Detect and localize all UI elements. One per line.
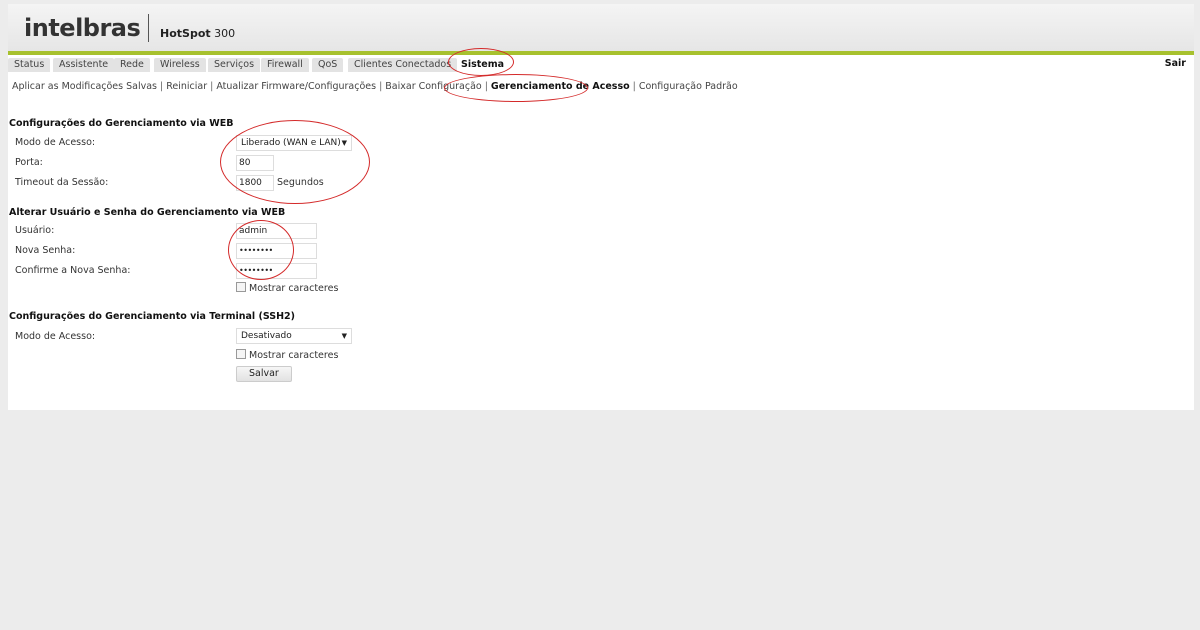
ssh-show-chars-label: Mostrar caracteres xyxy=(249,350,339,361)
annotation-circle-web-settings xyxy=(220,120,370,204)
ssh-access-mode-value: Desativado xyxy=(241,331,292,341)
web-access-mode-label: Modo de Acesso: xyxy=(15,137,96,148)
save-button[interactable]: Salvar xyxy=(236,366,292,382)
product-title: HotSpot 300 xyxy=(160,27,235,40)
nav-status[interactable]: Status xyxy=(8,58,51,72)
subnav-configuracao-padrao[interactable]: Configuração Padrão xyxy=(639,81,738,92)
show-chars-checkbox[interactable] xyxy=(236,282,246,292)
ssh-access-mode-select[interactable]: Desativado ▼ xyxy=(236,328,352,344)
nav-wireless[interactable]: Wireless xyxy=(154,58,206,72)
content-panel: Aplicar as Modificações Salvas | Reiniciar… xyxy=(8,73,1194,410)
logo-divider xyxy=(148,14,149,42)
product-model: 300 xyxy=(214,27,236,40)
subnav-reiniciar[interactable]: Reiniciar xyxy=(166,81,207,92)
port-label: Porta: xyxy=(15,157,43,168)
user-mgmt-title: Alterar Usuário e Senha do Gerenciamento… xyxy=(9,207,286,218)
nav-servicos[interactable]: Serviços xyxy=(208,58,261,72)
logout-link[interactable]: Sair xyxy=(1165,58,1186,69)
dropdown-arrow-icon: ▼ xyxy=(341,332,347,340)
nav-rede[interactable]: Rede xyxy=(114,58,150,72)
header: intelbras HotSpot 300 xyxy=(8,4,1194,51)
nav-clientes-conectados[interactable]: Clientes Conectados xyxy=(348,58,458,72)
ssh-show-chars-checkbox[interactable] xyxy=(236,349,246,359)
main-nav: Status Assistente Rede Wireless Serviços… xyxy=(8,55,1194,73)
sub-nav: Aplicar as Modificações Salvas | Reiniciar… xyxy=(12,81,738,92)
ssh-access-mode-label: Modo de Acesso: xyxy=(15,331,96,342)
subnav-atualizar-firmware[interactable]: Atualizar Firmware/Configurações xyxy=(216,81,376,92)
annotation-circle-gerenciamento xyxy=(444,74,588,102)
web-mgmt-title: Configurações do Gerenciamento via WEB xyxy=(9,118,234,129)
annotation-circle-passwords xyxy=(228,220,294,280)
annotation-circle-sistema xyxy=(448,48,514,76)
new-password-label: Nova Senha: xyxy=(15,245,76,256)
user-label: Usuário: xyxy=(15,225,55,236)
ssh-mgmt-title: Configurações do Gerenciamento via Termi… xyxy=(9,311,295,322)
subnav-aplicar[interactable]: Aplicar as Modificações Salvas xyxy=(12,81,157,92)
nav-firewall[interactable]: Firewall xyxy=(261,58,309,72)
timeout-label: Timeout da Sessão: xyxy=(15,177,109,188)
show-chars-label: Mostrar caracteres xyxy=(249,283,339,294)
confirm-password-label: Confirme a Nova Senha: xyxy=(15,265,131,276)
intelbras-logo: intelbras xyxy=(24,14,141,42)
product-name: HotSpot xyxy=(160,27,211,40)
nav-qos[interactable]: QoS xyxy=(312,58,344,72)
nav-assistente[interactable]: Assistente xyxy=(53,58,115,72)
